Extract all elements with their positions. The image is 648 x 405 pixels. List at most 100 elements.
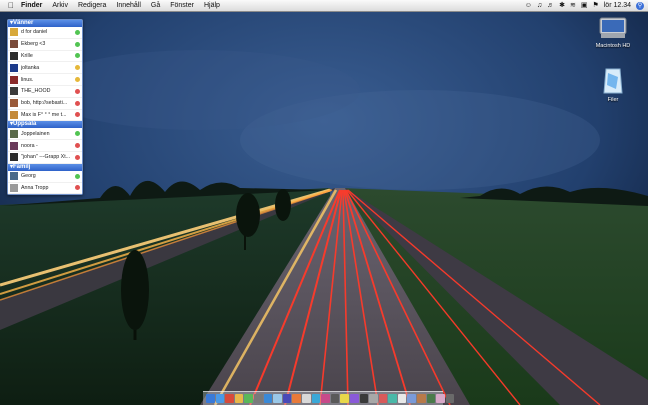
status-icon (75, 53, 80, 59)
buddy-name: Anna Tropp (21, 184, 49, 191)
buddy-name: "johan" ---Grapp Xt... (21, 154, 71, 161)
avatar (10, 183, 18, 192)
avatar (10, 75, 18, 84)
dock-app-icon[interactable] (206, 394, 215, 403)
desktop-icon-macintosh-hd[interactable]: Macintosh HD (591, 15, 635, 49)
dock-app-icon[interactable] (234, 394, 244, 403)
dock-app-icon[interactable] (282, 394, 292, 403)
desktop-icon-filer[interactable]: Filer (591, 67, 635, 103)
buddy-row[interactable]: bob, http://sebasti... (8, 98, 82, 110)
dock-app-icon[interactable] (388, 394, 397, 403)
buddy-name: bob, http://sebasti... (21, 100, 68, 107)
dock-app-icon[interactable] (349, 394, 359, 403)
menu-arkiv[interactable]: Arkiv (47, 0, 73, 11)
dock-app-icon[interactable] (215, 394, 225, 403)
hard-drive-icon (599, 17, 627, 38)
folder-icon (603, 68, 623, 94)
avatar (10, 110, 18, 119)
bluetooth-icon[interactable]: ✱ (559, 0, 565, 11)
avatar (10, 99, 18, 108)
spotlight-icon[interactable]: ⚲ (636, 1, 644, 10)
status-icon (75, 65, 80, 71)
menu-extras: ☺ ♫ ♬ ✱ ≋ ▣ ⚑ lör 12.34 ⚲ (525, 0, 648, 11)
dock-app-icon[interactable] (369, 394, 378, 403)
battery-icon[interactable]: ▣ (581, 0, 588, 11)
dock-app-icon[interactable] (311, 394, 321, 403)
dock-app-icon[interactable] (244, 394, 253, 403)
menu-innehall[interactable]: Innehåll (111, 0, 146, 11)
buddy-row[interactable]: linus. (8, 74, 82, 86)
buddy-group-header[interactable]: ▾Familj (8, 163, 82, 171)
buddy-name: noora - (21, 142, 38, 149)
dock-app-icon[interactable] (436, 394, 445, 403)
avatar (10, 172, 18, 181)
status-icon (75, 131, 80, 137)
dock-app-icon[interactable] (330, 394, 340, 403)
buddy-name: THE_HOOD (21, 88, 51, 95)
buddy-row[interactable]: Krille (8, 51, 82, 63)
music-icon[interactable]: ♫ (537, 0, 542, 11)
menu-fonster[interactable]: Fönster (165, 0, 199, 11)
menu-hjalp[interactable]: Hjälp (199, 0, 225, 11)
menu-ga[interactable]: Gå (146, 0, 165, 11)
dock-app-icon[interactable] (253, 394, 263, 403)
dock-app-icon[interactable] (263, 394, 273, 403)
flag-icon[interactable]: ⚑ (592, 0, 598, 11)
dock-app-icon[interactable] (359, 394, 369, 403)
dock-app-icon[interactable] (445, 394, 455, 403)
buddy-row[interactable]: Anna Tropp (8, 183, 82, 195)
status-icon (75, 100, 80, 106)
status-icon (75, 88, 80, 94)
buddy-row[interactable]: d for daniel (8, 27, 82, 39)
buddy-icon[interactable]: ☺ (525, 0, 532, 11)
status-icon (75, 77, 80, 83)
dock-app-icon[interactable] (407, 394, 417, 403)
menu-clock[interactable]: lör 12.34 (604, 2, 631, 9)
dock-app-icon[interactable] (292, 394, 301, 403)
wifi-icon[interactable]: ≋ (570, 0, 576, 11)
buddy-list-window: ▾Vänner d for daniel Ekberg <3 Krille joltan… (7, 19, 83, 196)
highway-night-photo (0, 0, 648, 405)
buddy-name: Joppelainen (21, 130, 50, 137)
buddy-row[interactable]: "johan" ---Grapp Xt... (8, 152, 82, 164)
menu-redigera[interactable]: Redigera (73, 0, 111, 11)
buddy-name: Georg (21, 173, 36, 180)
buddy-row[interactable]: Ekberg <3 (8, 39, 82, 51)
status-icon (75, 143, 80, 149)
avatar (10, 40, 18, 49)
avatar (10, 141, 18, 150)
avatar (10, 129, 18, 138)
buddy-name: Ekberg <3 (21, 41, 46, 48)
dock-app-icon[interactable] (417, 394, 426, 403)
avatar (10, 87, 18, 96)
status-icon (75, 185, 80, 191)
buddy-group-header[interactable]: ▾Vänner (8, 20, 82, 27)
buddy-row[interactable]: joltanka (8, 62, 82, 75)
dock-app-icon[interactable] (340, 394, 349, 403)
dock-app-icon[interactable] (225, 394, 234, 403)
dock-app-icon[interactable] (301, 394, 311, 403)
buddy-name: joltanka (21, 64, 40, 71)
dock-app-icon[interactable] (426, 394, 436, 403)
apple-menu-icon[interactable]:  (6, 1, 16, 10)
avatar (10, 153, 18, 162)
avatar (10, 28, 18, 37)
buddy-row[interactable]: Georg (8, 171, 82, 183)
status-icon (75, 112, 80, 118)
dock-app-icon[interactable] (378, 394, 388, 403)
desktop-icon-label: Macintosh HD (595, 43, 631, 49)
buddy-row[interactable]: THE_HOOD (8, 86, 82, 98)
avatar (10, 51, 18, 60)
dock-app-icon[interactable] (273, 394, 282, 403)
volume-icon[interactable]: ♬ (547, 0, 554, 11)
dock-app-icon[interactable] (321, 394, 330, 403)
buddy-row[interactable]: Joppelainen (8, 128, 82, 141)
menu-bar:  Finder Arkiv Redigera Innehåll Gå Föns… (0, 0, 648, 12)
buddy-group-header[interactable]: ▾Uppsala (8, 121, 82, 129)
menu-finder[interactable]: Finder (16, 0, 47, 11)
buddy-name: Krille (21, 52, 33, 59)
buddy-row[interactable]: Max is F° ° ° me t... (8, 110, 82, 122)
dock-app-icon[interactable] (397, 394, 407, 403)
dock (203, 391, 455, 405)
buddy-row[interactable]: noora - (8, 140, 82, 152)
